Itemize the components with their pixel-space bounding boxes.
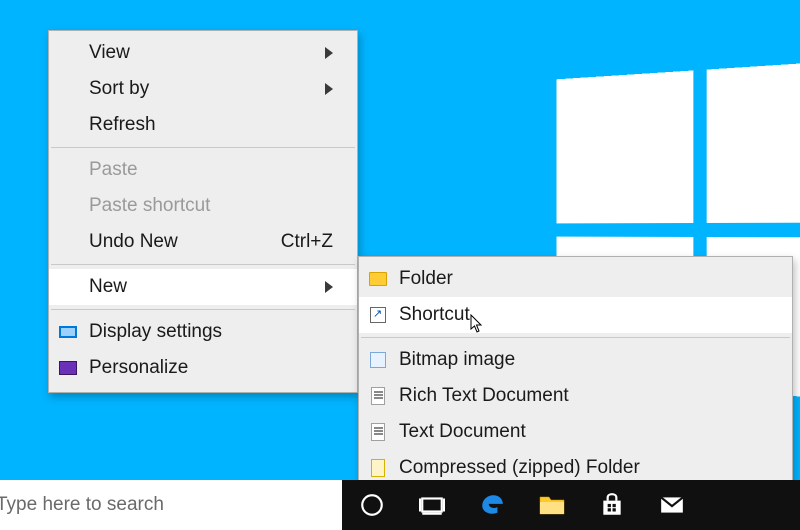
menu-item-refresh[interactable]: Refresh: [49, 107, 357, 143]
menu-item-label: Refresh: [89, 114, 333, 136]
menu-item-new[interactable]: New: [49, 269, 357, 305]
file-explorer-icon: [538, 493, 566, 517]
display-icon: [59, 323, 77, 341]
taskbar-file-explorer-button[interactable]: [522, 480, 582, 530]
menu-item-paste-shortcut: Paste shortcut: [49, 188, 357, 224]
store-icon: [599, 492, 625, 518]
txt-icon: [369, 423, 387, 441]
menu-item-label: New: [89, 276, 325, 298]
menu-item-label: Sort by: [89, 78, 325, 100]
menu-item-label: Shortcut: [399, 304, 768, 326]
rtf-icon: [369, 387, 387, 405]
cortana-icon: [359, 492, 385, 518]
taskbar-pinned-apps: [342, 480, 702, 530]
menu-separator: [361, 337, 790, 338]
menu-item-personalize[interactable]: Personalize: [49, 350, 357, 386]
menu-item-label: Rich Text Document: [399, 385, 768, 407]
menu-item-label: Paste shortcut: [89, 195, 333, 217]
menu-item-accelerator: Ctrl+Z: [281, 231, 333, 253]
menu-item-label: Bitmap image: [399, 349, 768, 371]
menu-item-label: Undo New: [89, 231, 281, 253]
menu-item-label: Folder: [399, 268, 768, 290]
menu-item-sort-by[interactable]: Sort by: [49, 71, 357, 107]
menu-item-label: View: [89, 42, 325, 64]
bitmap-icon: [369, 351, 387, 369]
taskbar-store-button[interactable]: [582, 480, 642, 530]
zip-icon: [369, 459, 387, 477]
chevron-right-icon: [325, 47, 333, 59]
menu-item-label: Display settings: [89, 321, 333, 343]
taskbar-task-view-button[interactable]: [402, 480, 462, 530]
menu-item-label: Paste: [89, 159, 333, 181]
menu-separator: [51, 147, 355, 148]
submenu-item-rich-text-document[interactable]: Rich Text Document: [359, 378, 792, 414]
menu-item-display-settings[interactable]: Display settings: [49, 314, 357, 350]
new-submenu: Folder Shortcut Bitmap image Rich Text D…: [358, 256, 793, 493]
submenu-item-shortcut[interactable]: Shortcut: [359, 297, 792, 333]
folder-icon: [369, 270, 387, 288]
search-placeholder-text: Type here to search: [0, 494, 164, 516]
taskbar-search-box[interactable]: Type here to search: [0, 480, 342, 530]
menu-item-view[interactable]: View: [49, 35, 357, 71]
menu-item-label: Personalize: [89, 357, 333, 379]
mail-icon: [659, 492, 685, 518]
submenu-item-bitmap-image[interactable]: Bitmap image: [359, 342, 792, 378]
edge-icon: [479, 492, 505, 518]
chevron-right-icon: [325, 281, 333, 293]
menu-item-label: Compressed (zipped) Folder: [399, 457, 768, 479]
submenu-item-text-document[interactable]: Text Document: [359, 414, 792, 450]
taskbar-cortana-button[interactable]: [342, 480, 402, 530]
taskbar: Type here to search: [0, 480, 800, 530]
desktop-context-menu: View Sort by Refresh Paste Paste shortcu…: [48, 30, 358, 393]
chevron-right-icon: [325, 83, 333, 95]
menu-item-label: Text Document: [399, 421, 768, 443]
taskbar-edge-button[interactable]: [462, 480, 522, 530]
menu-separator: [51, 309, 355, 310]
taskbar-mail-button[interactable]: [642, 480, 702, 530]
menu-separator: [51, 264, 355, 265]
task-view-icon: [419, 492, 445, 518]
personalize-icon: [59, 359, 77, 377]
submenu-item-folder[interactable]: Folder: [359, 261, 792, 297]
menu-item-paste: Paste: [49, 152, 357, 188]
shortcut-icon: [369, 306, 387, 324]
menu-item-undo-new[interactable]: Undo New Ctrl+Z: [49, 224, 357, 260]
